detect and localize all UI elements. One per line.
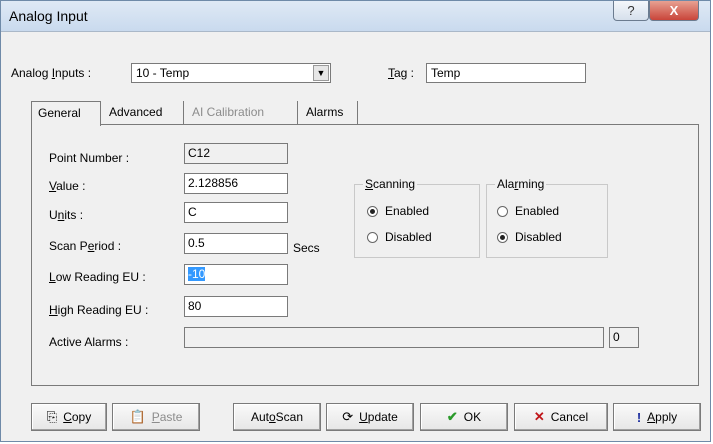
help-icon: ? — [627, 3, 635, 18]
high-reading-field[interactable]: 80 — [184, 296, 288, 317]
scan-period-label: Scan Period : — [49, 239, 122, 253]
units-field[interactable]: C — [184, 202, 288, 223]
alarming-disabled-radio[interactable]: Disabled — [497, 230, 562, 244]
x-icon: ✕ — [533, 409, 545, 424]
tab-general[interactable]: General — [31, 101, 101, 126]
high-reading-label: High Reading EU : — [49, 303, 149, 317]
analog-inputs-value: 10 - Temp — [136, 66, 190, 80]
active-alarms-count: 0 — [609, 327, 639, 348]
checkmark-icon: ✔ — [446, 409, 458, 424]
auto-scan-button[interactable]: Aut o Scan — [233, 403, 321, 431]
alarming-group: Alarming Enabled Disabled — [486, 177, 608, 258]
point-number-field: C12 — [184, 143, 288, 164]
radio-selected-icon — [367, 205, 378, 217]
analog-input-dialog: Analog Input ? X Analog Inputs : 10 - Te… — [0, 0, 711, 442]
close-icon: X — [669, 3, 679, 18]
low-reading-field[interactable]: -10 — [184, 264, 288, 285]
tab-advanced[interactable]: Advanced — [103, 101, 184, 125]
scanning-group-title: Scanning — [363, 177, 418, 191]
radio-selected-icon — [497, 231, 508, 243]
scan-period-field[interactable]: 0.5 — [184, 233, 288, 254]
apply-button[interactable]: ! Apply — [613, 403, 701, 431]
scanning-group: Scanning Enabled Disabled — [354, 177, 480, 258]
active-alarms-field — [184, 327, 604, 348]
chevron-down-icon[interactable]: ▼ — [313, 65, 329, 81]
exclamation-icon: ! — [636, 409, 642, 425]
tab-ai-calibration: AI Calibration — [186, 101, 298, 125]
tag-label: Tag : — [388, 66, 415, 80]
tag-input[interactable]: Temp — [426, 63, 586, 83]
help-button[interactable]: ? — [613, 1, 649, 21]
refresh-icon: ⟳ — [342, 409, 354, 424]
scan-period-unit: Secs — [293, 241, 320, 255]
analog-inputs-select[interactable]: 10 - Temp ▼ — [131, 63, 331, 83]
ok-button[interactable]: ✔ OK — [420, 403, 508, 431]
close-button[interactable]: X — [649, 1, 699, 21]
active-alarms-label: Active Alarms : — [49, 335, 129, 349]
low-reading-value: -10 — [188, 267, 206, 281]
scanning-enabled-radio[interactable]: Enabled — [367, 204, 429, 218]
radio-unselected-icon — [497, 205, 508, 217]
paste-button: 📋 Paste — [112, 403, 200, 431]
point-number-label: Point Number : — [49, 151, 130, 165]
window-title: Analog Input — [9, 8, 88, 24]
alarming-group-title: Alarming — [495, 177, 547, 191]
scanning-disabled-radio[interactable]: Disabled — [367, 230, 432, 244]
low-reading-label: Low Reading EU : — [49, 270, 146, 284]
copy-icon: ⎘ — [46, 409, 58, 424]
analog-inputs-label: Analog Inputs : — [11, 66, 92, 80]
tab-alarms[interactable]: Alarms — [300, 101, 358, 125]
update-button[interactable]: ⟳ Update — [326, 403, 414, 431]
radio-unselected-icon — [367, 231, 378, 243]
units-label: Units : — [49, 208, 84, 222]
copy-button[interactable]: ⎘ Copy — [31, 403, 107, 431]
value-label: Value : — [49, 179, 86, 193]
cancel-button[interactable]: ✕ Cancel — [514, 403, 608, 431]
paste-icon: 📋 — [129, 409, 146, 424]
alarming-enabled-radio[interactable]: Enabled — [497, 204, 559, 218]
title-bar: Analog Input ? X — [1, 1, 710, 32]
value-field[interactable]: 2.128856 — [184, 173, 288, 194]
